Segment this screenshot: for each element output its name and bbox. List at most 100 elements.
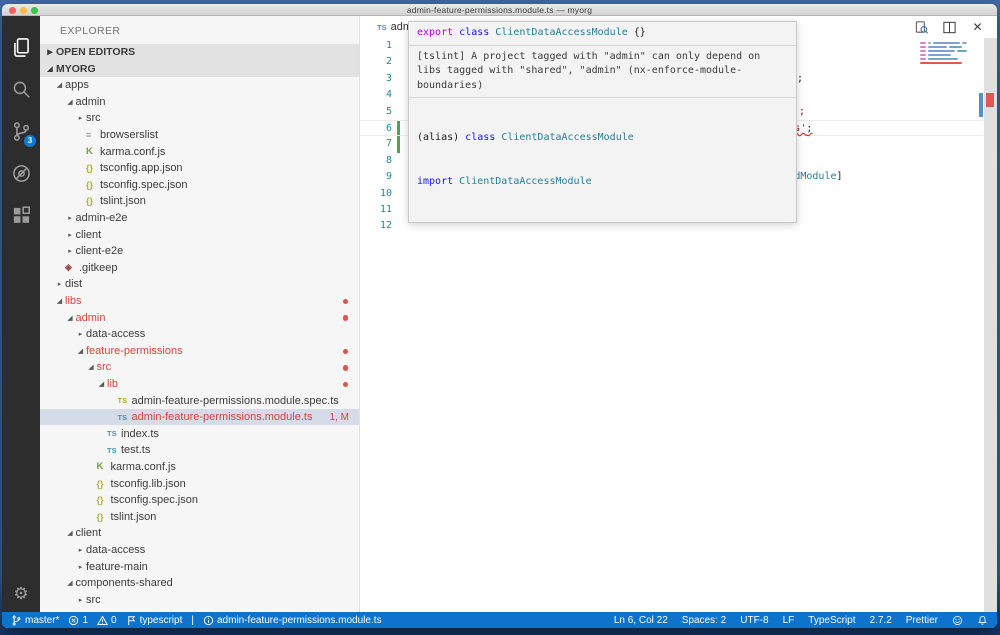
tree-file-.gitkeep[interactable]: ◈.gitkeep: [40, 260, 359, 277]
vscode-window: admin-feature-permissions.module.ts — my…: [2, 4, 997, 628]
twistie-expanded-icon[interactable]: ◢: [54, 297, 65, 305]
line-number: 4: [360, 87, 392, 103]
status-file-info-status[interactable]: admin-feature-permissions.module.ts: [203, 615, 382, 626]
twistie-collapsed-icon[interactable]: ▸: [75, 563, 86, 571]
tree-file-index.ts[interactable]: TSindex.ts: [40, 425, 359, 442]
tree-folder-admin-e2e[interactable]: ▸admin-e2e: [40, 210, 359, 227]
tree-folder-feature-permissions[interactable]: ◢feature-permissions: [40, 343, 359, 360]
status-ts-version[interactable]: 2.7.2: [870, 615, 892, 626]
twistie-collapsed-icon[interactable]: ▸: [75, 596, 86, 604]
activitybar-debug-icon[interactable]: [2, 152, 40, 194]
karma-file-icon: K: [86, 146, 100, 157]
settings-gear-icon[interactable]: ⚙: [2, 584, 40, 604]
tree-folder-components-shared[interactable]: ◢components-shared: [40, 575, 359, 592]
activitybar-source-control-icon[interactable]: 3: [2, 110, 40, 152]
gutter-spacer: [397, 104, 400, 120]
status-problems-warnings[interactable]: 0: [97, 615, 117, 626]
tree-item-label: tslint.json: [111, 511, 157, 523]
gutter-spacer: [397, 218, 400, 234]
status-eol[interactable]: LF: [783, 615, 795, 626]
tree-folder-libs[interactable]: ◢libs: [40, 293, 359, 310]
twistie-expanded-icon[interactable]: ◢: [65, 98, 76, 106]
tree-folder-admin[interactable]: ◢admin: [40, 309, 359, 326]
tree-folder-client[interactable]: ▸client: [40, 226, 359, 243]
tree-item-label: feature-main: [86, 561, 148, 573]
tree-folder-src[interactable]: ▸src: [40, 110, 359, 127]
tree-file-karma.conf.js[interactable]: Kkarma.conf.js: [40, 459, 359, 476]
status-label: typescript: [140, 615, 183, 626]
twistie-expanded-icon[interactable]: ◢: [54, 81, 65, 89]
status-indentation[interactable]: Spaces: 2: [682, 615, 726, 626]
tree-item-label: karma.conf.js: [111, 461, 176, 473]
activitybar-search-icon[interactable]: [2, 68, 40, 110]
tree-folder-lib[interactable]: ◢lib: [40, 376, 359, 393]
activitybar-explorer-icon[interactable]: [2, 26, 40, 68]
status-problems-errors[interactable]: 1: [68, 615, 88, 626]
tree-item-label: components-shared: [76, 577, 173, 589]
open-preview-icon[interactable]: [914, 20, 929, 35]
tree-folder-admin[interactable]: ◢admin: [40, 94, 359, 111]
tree-file-tslint.json[interactable]: {}tslint.json: [40, 193, 359, 210]
tree-file-test.ts[interactable]: TStest.ts: [40, 442, 359, 459]
tree-folder-data-access[interactable]: ▸data-access: [40, 326, 359, 343]
status-encoding[interactable]: UTF-8: [740, 615, 768, 626]
status-feedback-smiley[interactable]: [952, 615, 963, 626]
twistie-expanded-icon[interactable]: ◢: [75, 347, 86, 355]
twistie-collapsed-icon[interactable]: ▸: [65, 231, 76, 239]
tree-file-tsconfig.spec.json[interactable]: {}tsconfig.spec.json: [40, 177, 359, 194]
status-git-branch-status[interactable]: master*: [11, 615, 59, 626]
tree-folder-src[interactable]: ▸src: [40, 591, 359, 608]
tree-item-label: feature-permissions: [86, 345, 183, 357]
tree-file-karma.conf.js[interactable]: Kkarma.conf.js: [40, 143, 359, 160]
tree-file-admin-feature-permissions.module.ts[interactable]: TSadmin-feature-permissions.module.ts1, …: [40, 409, 359, 426]
status-cursor-position[interactable]: Ln 6, Col 22: [614, 615, 668, 626]
status-prettier[interactable]: Prettier: [906, 615, 938, 626]
tree-file-tsconfig.app.json[interactable]: {}tsconfig.app.json: [40, 160, 359, 177]
tree-item-label: index.ts: [121, 428, 159, 440]
twistie-expanded-icon[interactable]: ◢: [96, 380, 107, 388]
open-editors-header[interactable]: ▸ OPEN EDITORS: [40, 44, 359, 61]
tree-folder-data-access[interactable]: ▸data-access: [40, 542, 359, 559]
line-number: 7: [360, 136, 392, 152]
split-editor-icon[interactable]: [942, 20, 957, 35]
twistie-collapsed-icon[interactable]: ▸: [75, 546, 86, 554]
tree-folder-feature-main[interactable]: ▸feature-main: [40, 558, 359, 575]
twistie-collapsed-icon[interactable]: ▸: [75, 330, 86, 338]
twistie-collapsed-icon[interactable]: ▸: [65, 247, 76, 255]
status-language-mode[interactable]: TypeScript: [808, 615, 855, 626]
title-bar[interactable]: admin-feature-permissions.module.ts — my…: [2, 4, 997, 16]
twistie-expanded-icon[interactable]: ◢: [65, 579, 76, 587]
tree-file-admin-feature-permissions.module.spec.ts[interactable]: TSadmin-feature-permissions.module.spec.…: [40, 392, 359, 409]
tree-folder-client[interactable]: ◢client: [40, 525, 359, 542]
tree-folder-src[interactable]: ◢src: [40, 359, 359, 376]
tree-file-browserslist[interactable]: ≡browserslist: [40, 127, 359, 144]
twistie-collapsed-icon[interactable]: ▸: [54, 280, 65, 288]
tree-item-label: karma.conf.js: [100, 146, 165, 158]
status-tslint-status[interactable]: typescript: [126, 615, 183, 626]
ts-file-icon: TS: [107, 446, 121, 455]
overview-ruler[interactable]: [984, 38, 997, 612]
zoom-window-button[interactable]: [31, 7, 38, 14]
json-file-icon: {}: [86, 196, 100, 206]
twistie-collapsed-icon[interactable]: ▸: [75, 114, 86, 122]
problems-modified-badge: 1, M: [330, 412, 349, 423]
tree-file-tsconfig.lib.json[interactable]: {}tsconfig.lib.json: [40, 475, 359, 492]
smiley-icon: [952, 615, 963, 626]
status-notifications-bell[interactable]: [977, 615, 988, 626]
close-editor-icon[interactable]: ✕: [970, 20, 985, 35]
twistie-expanded-icon[interactable]: ◢: [86, 363, 97, 371]
twistie-collapsed-icon[interactable]: ▸: [65, 214, 76, 222]
tree-folder-apps[interactable]: ◢apps: [40, 77, 359, 94]
minimap[interactable]: [920, 42, 978, 66]
activitybar-extensions-icon[interactable]: [2, 194, 40, 236]
status-label: Prettier: [906, 615, 938, 626]
tree-folder-dist[interactable]: ▸dist: [40, 276, 359, 293]
twistie-expanded-icon[interactable]: ◢: [65, 529, 76, 537]
twistie-expanded-icon[interactable]: ◢: [65, 314, 76, 322]
minimize-window-button[interactable]: [20, 7, 27, 14]
workspace-root-header[interactable]: ◢ MYORG: [40, 61, 359, 78]
tree-file-tsconfig.spec.json[interactable]: {}tsconfig.spec.json: [40, 492, 359, 509]
tree-folder-client-e2e[interactable]: ▸client-e2e: [40, 243, 359, 260]
tree-file-tslint.json[interactable]: {}tslint.json: [40, 508, 359, 525]
close-window-button[interactable]: [9, 7, 16, 14]
